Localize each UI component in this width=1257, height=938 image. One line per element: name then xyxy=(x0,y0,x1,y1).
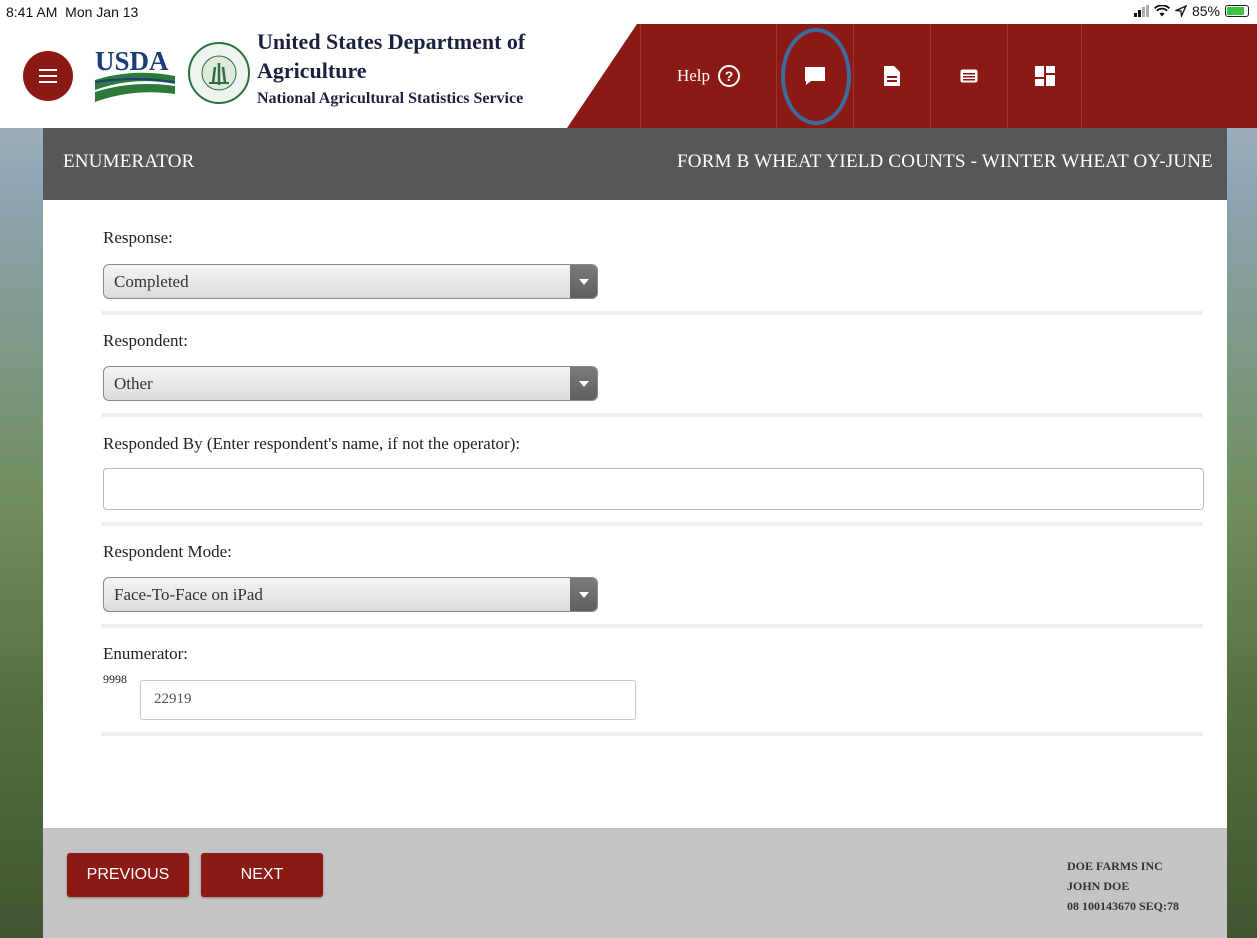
divider xyxy=(101,732,1203,736)
help-label: Help xyxy=(676,66,711,85)
form-title-bar: ENUMERATOR FORM B WHEAT YIELD COUNTS - W… xyxy=(43,128,1227,200)
contact-name: JOHN DOE xyxy=(1067,879,1130,893)
divider xyxy=(101,311,1203,315)
divider xyxy=(101,413,1203,417)
hamburger-menu-button[interactable] xyxy=(23,51,73,101)
menu-line-icon xyxy=(39,75,57,77)
responded-by-input[interactable] xyxy=(103,468,1204,510)
comments-button[interactable] xyxy=(776,24,853,128)
status-indicators: 85% xyxy=(1133,3,1249,19)
help-icon: ? xyxy=(718,65,741,87)
dashboard-button[interactable] xyxy=(1007,24,1082,128)
enumerator-input[interactable]: 22919 xyxy=(140,680,636,720)
divider xyxy=(101,624,1203,628)
form-footer: PREVIOUS NEXT DOE FARMS INC JOHN DOE 08 … xyxy=(43,828,1227,938)
date-text: Mon Jan 13 xyxy=(65,4,139,20)
location-icon xyxy=(1174,5,1187,17)
menu-line-icon xyxy=(39,81,57,83)
respondent-mode-select[interactable]: Face-To-Face on iPad xyxy=(103,577,598,612)
list-icon xyxy=(960,69,978,83)
title-line-1: United States Department of xyxy=(257,29,526,54)
divider xyxy=(101,522,1203,526)
chevron-down-icon xyxy=(570,265,597,298)
next-button[interactable]: NEXT xyxy=(201,853,323,897)
enumerator-label: Enumerator: xyxy=(103,644,188,663)
farm-name: DOE FARMS INC xyxy=(1067,859,1163,873)
header-nav: Help ? xyxy=(640,24,1082,128)
dashboard-icon xyxy=(1034,66,1055,86)
respondent-label: Respondent: xyxy=(103,331,188,350)
chevron-down-icon xyxy=(570,578,597,611)
section-title: ENUMERATOR xyxy=(63,151,195,172)
previous-button[interactable]: PREVIOUS xyxy=(67,853,189,897)
status-time: 8:41 AM Mon Jan 13 xyxy=(6,4,138,20)
document-icon xyxy=(884,66,900,86)
title-line-3: National Agricultural Statistics Service xyxy=(257,90,524,107)
response-value: Completed xyxy=(114,272,189,291)
form-title: FORM B WHEAT YIELD COUNTS - WINTER WHEAT… xyxy=(677,151,1213,172)
usda-logo-text: USDA xyxy=(95,46,169,76)
menu-line-icon xyxy=(39,69,57,71)
respondent-mode-label: Respondent Mode: xyxy=(103,542,232,561)
response-label: Response: xyxy=(103,228,173,247)
title-line-2: Agriculture xyxy=(257,58,367,83)
ag-counts-seal xyxy=(188,42,250,104)
battery-icon xyxy=(1225,5,1249,17)
respondent-value: Other xyxy=(114,374,153,393)
id-line: 08 100143670 SEQ:78 xyxy=(1067,899,1180,913)
respondent-info: DOE FARMS INC JOHN DOE 08 100143670 SEQ:… xyxy=(1067,856,1179,916)
form-document-button[interactable] xyxy=(853,24,930,128)
responded-by-label: Responded By (Enter respondent's name, i… xyxy=(103,434,521,453)
chevron-down-icon xyxy=(570,367,597,400)
clock-text: 8:41 AM xyxy=(6,4,58,20)
agency-title: United States Department of Agriculture … xyxy=(257,28,525,112)
wifi-icon xyxy=(1153,5,1170,17)
help-button[interactable]: Help ? xyxy=(640,24,776,128)
response-select[interactable]: Completed xyxy=(103,264,598,299)
wheat-icon xyxy=(201,55,237,91)
list-view-button[interactable] xyxy=(930,24,1007,128)
cellular-signal-icon xyxy=(1133,5,1149,17)
battery-percent: 85% xyxy=(1191,3,1220,19)
app-header: USDA United States Department of Agricul… xyxy=(0,24,1257,128)
respondent-select[interactable]: Other xyxy=(103,366,598,401)
status-bar: 8:41 AM Mon Jan 13 85% xyxy=(0,0,1257,24)
enumerator-code: 9998 xyxy=(103,672,127,686)
form-content: Response: Completed Respondent: Other Re… xyxy=(43,200,1227,828)
respondent-mode-value: Face-To-Face on iPad xyxy=(114,585,263,604)
comment-icon xyxy=(805,67,825,85)
usda-logo: USDA xyxy=(94,46,176,102)
